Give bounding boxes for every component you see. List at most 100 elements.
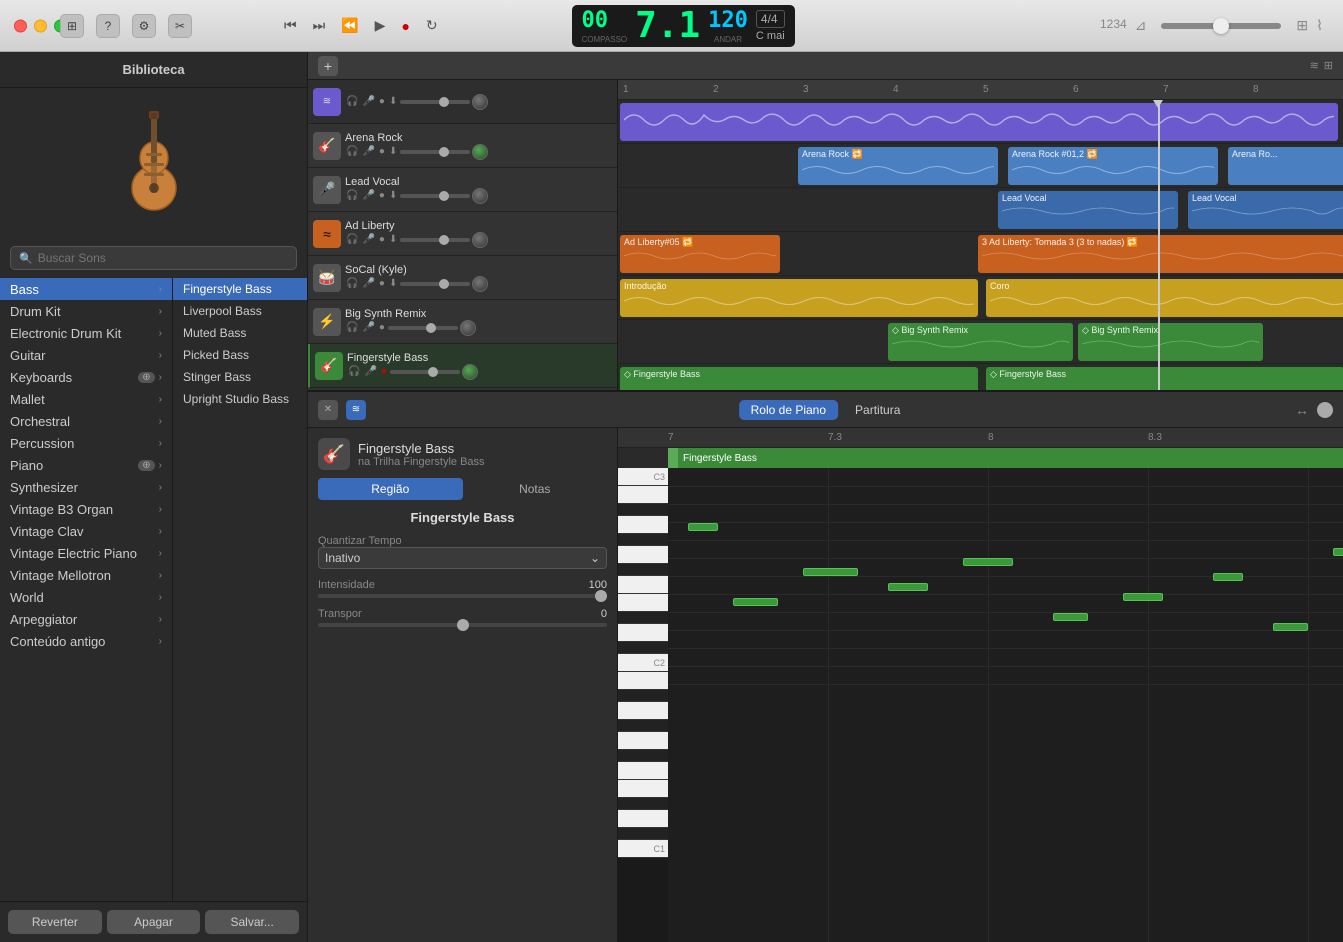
mute-icon[interactable]: 🎧 [345,321,359,334]
piano-key-db1[interactable] [618,828,668,840]
sidebar-item-guitar[interactable]: Guitar › [0,344,172,366]
clip[interactable]: Arena Ro... [1228,147,1343,185]
mute-icon[interactable]: 🎧 [345,189,359,202]
rewind-button[interactable]: ⏮ [280,15,301,36]
instrument-fingerstyle-bass[interactable]: Fingerstyle Bass [173,278,307,300]
sidebar-item-piano[interactable]: Piano ⊕ › [0,454,172,476]
headphones-icon[interactable]: 🎤 [361,189,375,202]
master-volume-slider[interactable] [1161,23,1281,29]
track-volume-knob[interactable] [460,320,476,336]
record-arm-icon[interactable]: ● [378,277,386,290]
track-volume-slider[interactable] [400,100,470,104]
track-volume-knob[interactable] [472,144,488,160]
piano-key-c1[interactable]: C1 [618,840,668,858]
clip[interactable]: ◇ Fingerstyle Bass [620,367,978,390]
mute-icon[interactable]: 🎧 [345,277,359,290]
piano-key-bb2[interactable] [618,504,668,516]
note-block[interactable] [888,583,928,591]
headphones-icon[interactable]: 🎤 [361,145,375,158]
track-volume-knob[interactable] [462,364,478,380]
piano-key-db2[interactable] [618,642,668,654]
clip[interactable]: 3 Ad Liberty: Tomada 3 (3 to nadas) 🔁 [978,235,1343,273]
piano-key-f1[interactable] [618,762,668,780]
add-track-button[interactable]: + [318,56,338,76]
headphones-icon[interactable]: 🎤 [361,233,375,246]
library-icon[interactable]: ⊞ [60,14,84,38]
record-arm-icon[interactable]: ● [380,365,388,378]
sidebar-item-synthesizer[interactable]: Synthesizer › [0,476,172,498]
clip[interactable]: Arena Rock #01,2 🔁 [1008,147,1218,185]
tab-piano-roll[interactable]: Rolo de Piano [739,400,838,420]
tab-regiao[interactable]: Região [318,478,463,500]
piano-key-ab1[interactable] [618,720,668,732]
quantize-select[interactable]: Inativo ⌄ [318,547,607,569]
instrument-liverpool-bass[interactable]: Liverpool Bass [173,300,307,322]
headphones-icon[interactable]: 🎤 [361,277,375,290]
sidebar-item-drum-kit[interactable]: Drum Kit › [0,300,172,322]
search-input[interactable] [38,251,288,265]
region-bar-handle[interactable] [668,448,678,468]
sidebar-item-vintage-mellotron[interactable]: Vintage Mellotron › [0,564,172,586]
piano-roll-close-icon[interactable]: ✕ [318,400,338,420]
record-arm-icon[interactable]: ● [378,95,386,108]
download-icon[interactable]: ⬇ [388,189,398,202]
headphones-icon[interactable]: 🎤 [363,365,377,378]
piano-key-fs1[interactable] [618,750,668,762]
clip[interactable] [620,103,1338,141]
sidebar-item-bass[interactable]: Bass › [0,278,172,300]
record-arm-icon[interactable]: ● [378,233,386,246]
download-icon[interactable]: ⬇ [388,145,398,158]
sidebar-item-keyboards[interactable]: Keyboards ⊕ › [0,366,172,388]
mute-icon[interactable]: 🎧 [347,365,361,378]
sidebar-item-electronic-drum-kit[interactable]: Electronic Drum Kit › [0,322,172,344]
headphones-icon[interactable]: 🎤 [361,321,375,334]
track-volume-knob[interactable] [472,188,488,204]
sidebar-item-percussion[interactable]: Percussion › [0,432,172,454]
download-icon[interactable]: ⬇ [388,277,398,290]
sidebar-item-vintage-electric-piano[interactable]: Vintage Electric Piano › [0,542,172,564]
score-icon[interactable]: 1234 [1100,17,1127,34]
piano-roll-edit-icon[interactable]: ≋ [346,400,366,420]
sidebar-item-mallet[interactable]: Mallet › [0,388,172,410]
piano-key-g1[interactable] [618,732,668,750]
note-block[interactable] [733,598,778,606]
piano-key-bb1[interactable] [618,690,668,702]
clip[interactable]: Lead Vocal [998,191,1178,229]
minimize-button[interactable] [34,19,47,32]
record-arm-icon[interactable]: ● [378,145,386,158]
track-volume-slider[interactable] [400,238,470,242]
clip[interactable]: Ad Liberty#05 🔁 [620,235,780,273]
piano-key-eb1[interactable] [618,798,668,810]
download-icon[interactable]: ⬇ [388,95,398,108]
track-volume-slider[interactable] [388,326,458,330]
layout-icon[interactable]: ⊞ [1296,17,1308,34]
revert-button[interactable]: Reverter [8,910,102,934]
tab-notas[interactable]: Notas [463,478,608,500]
track-volume-knob[interactable] [472,276,488,292]
instrument-upright-studio-bass[interactable]: Upright Studio Bass [173,388,307,410]
sidebar-item-conteudo-antigo[interactable]: Conteúdo antigo › [0,630,172,652]
track-volume-slider[interactable] [390,370,460,374]
note-block[interactable] [688,523,718,531]
mute-icon[interactable]: 🎧 [345,233,359,246]
mute-icon[interactable]: 🎧 [345,95,359,108]
delete-button[interactable]: Apagar [107,910,201,934]
track-volume-knob[interactable] [472,232,488,248]
fast-forward-button[interactable]: ⏭ [309,15,330,36]
piano-roll-grid[interactable] [668,468,1343,942]
play-button[interactable]: ▶ [371,15,390,36]
track-view-icon[interactable]: ⊞ [1324,59,1333,72]
instrument-stinger-bass[interactable]: Stinger Bass [173,366,307,388]
piano-key-a1[interactable] [618,702,668,720]
clip[interactable]: ◇ Big Synth Remix [888,323,1073,361]
instrument-picked-bass[interactable]: Picked Bass [173,344,307,366]
note-block[interactable] [1053,613,1088,621]
record-arm-icon[interactable]: ● [378,189,386,202]
piano-key-b1[interactable] [618,672,668,690]
clip[interactable]: Lead Vocal [1188,191,1343,229]
piano-key-fs2[interactable] [618,564,668,576]
waveform-icon[interactable]: ⌇ [1316,17,1323,34]
settings-icon[interactable]: ⚙ [132,14,156,38]
note-block[interactable] [803,568,858,576]
close-button[interactable] [14,19,27,32]
